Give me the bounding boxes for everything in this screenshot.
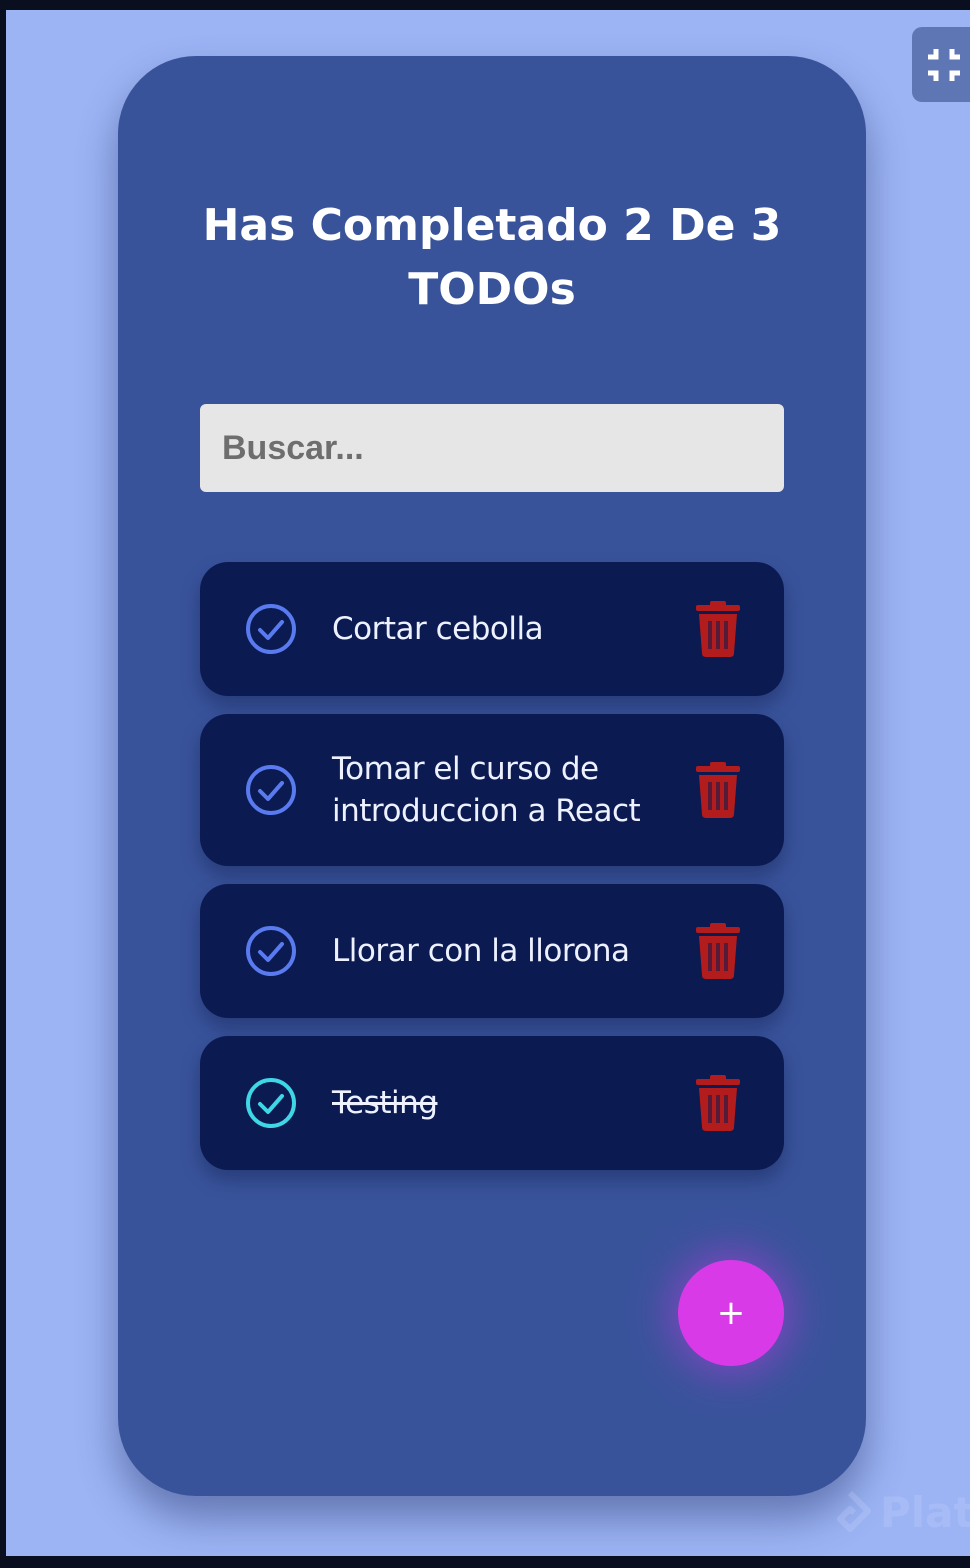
exit-fullscreen-button[interactable] xyxy=(912,27,970,102)
app-viewport: Has Completado 2 De 3 TODOs Cortar cebol… xyxy=(6,10,970,1556)
trash-icon[interactable] xyxy=(694,1075,742,1131)
add-todo-button[interactable]: + xyxy=(678,1260,784,1366)
todo-item-completed: Testing xyxy=(200,1036,784,1170)
platzi-watermark: Plat xyxy=(828,1488,970,1537)
todo-text: Llorar con la llorona xyxy=(332,933,630,969)
trash-icon[interactable] xyxy=(694,601,742,657)
check-circle-icon[interactable] xyxy=(244,763,298,817)
check-circle-icon[interactable] xyxy=(244,1076,298,1130)
trash-icon[interactable] xyxy=(694,762,742,818)
todo-text: Testing xyxy=(332,1085,438,1121)
todo-item: Cortar cebolla xyxy=(200,562,784,696)
todo-card: Has Completado 2 De 3 TODOs Cortar cebol… xyxy=(118,56,866,1496)
todo-text: Tomar el curso de introduccion a React xyxy=(332,751,641,829)
trash-icon[interactable] xyxy=(694,923,742,979)
todo-item: Tomar el curso de introduccion a React xyxy=(200,714,784,866)
exit-fullscreen-icon xyxy=(928,48,960,81)
todo-item: Llorar con la llorona xyxy=(200,884,784,1018)
check-circle-icon[interactable] xyxy=(244,924,298,978)
search-input[interactable] xyxy=(200,404,784,492)
todo-list: Cortar cebolla Tomar el curso de introdu… xyxy=(200,562,784,1188)
platzi-logo-icon xyxy=(837,1490,871,1532)
page-title: Has Completado 2 De 3 TODOs xyxy=(202,200,782,315)
todo-text: Cortar cebolla xyxy=(332,611,544,647)
check-circle-icon[interactable] xyxy=(244,602,298,656)
